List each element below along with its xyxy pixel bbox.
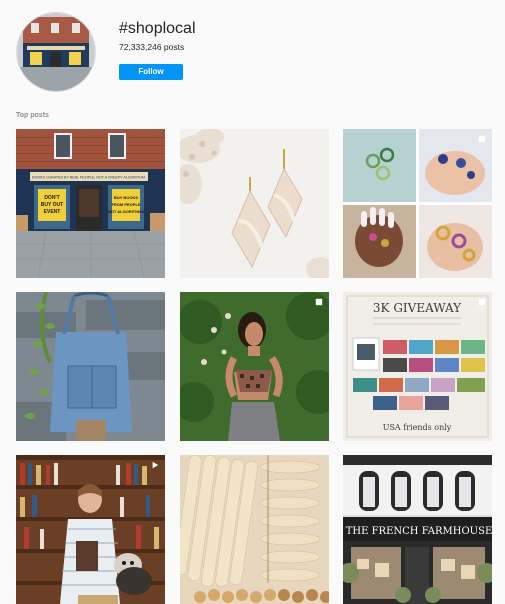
post-tile-candles[interactable] — [180, 455, 329, 604]
bookstore-sign-text: BOOKS CURATED BY REAL PEOPLE, NOT A CREE… — [32, 176, 146, 180]
svg-text:BUY OUT: BUY OUT — [41, 202, 63, 208]
hashtag-title: #shoplocal — [119, 20, 196, 37]
post-count-value: 72,333,246 — [119, 42, 162, 52]
post-tile-earrings[interactable] — [180, 129, 329, 278]
video-icon — [152, 461, 159, 469]
post-tile-denim-tote[interactable] — [16, 292, 165, 441]
post-tile-woman[interactable] — [180, 292, 329, 441]
svg-text:DON'T: DON'T — [44, 195, 59, 201]
svg-text:EVENT: EVENT — [44, 209, 61, 215]
svg-text:FROM PEOPLE: FROM PEOPLE — [111, 202, 140, 207]
top-posts-heading: Top posts — [16, 112, 49, 119]
multiple-photos-icon — [478, 298, 486, 306]
multiple-photos-icon — [478, 135, 486, 143]
multiple-photos-icon — [315, 298, 323, 306]
giveaway-footer: USA friends only — [383, 423, 452, 432]
post-tile-giveaway[interactable]: 3K GIVEAWAY USA friends only — [343, 292, 492, 441]
post-tile-bookstore[interactable]: BOOKS CURATED BY REAL PEOPLE, NOT A CREE… — [16, 129, 165, 278]
post-tile-bookshop-dog[interactable] — [16, 455, 165, 604]
farmhouse-sign-text: THE FRENCH FARMHOUSE — [346, 526, 492, 537]
post-count-label: posts — [163, 42, 185, 52]
post-tile-french-farmhouse[interactable]: THE FRENCH FARMHOUSE — [343, 455, 492, 604]
post-count: 72,333,246 posts — [119, 42, 184, 52]
follow-button[interactable]: Follow — [119, 64, 183, 80]
giveaway-headline: 3K GIVEAWAY — [373, 301, 462, 315]
hashtag-avatar — [16, 12, 96, 92]
svg-text:BUY BOOKS: BUY BOOKS — [114, 195, 138, 200]
hashtag-header: #shoplocal 72,333,246 posts Follow — [16, 12, 496, 92]
svg-text:NOT ALGORITHMS: NOT ALGORITHMS — [108, 209, 145, 214]
post-tile-rings[interactable] — [343, 129, 492, 278]
